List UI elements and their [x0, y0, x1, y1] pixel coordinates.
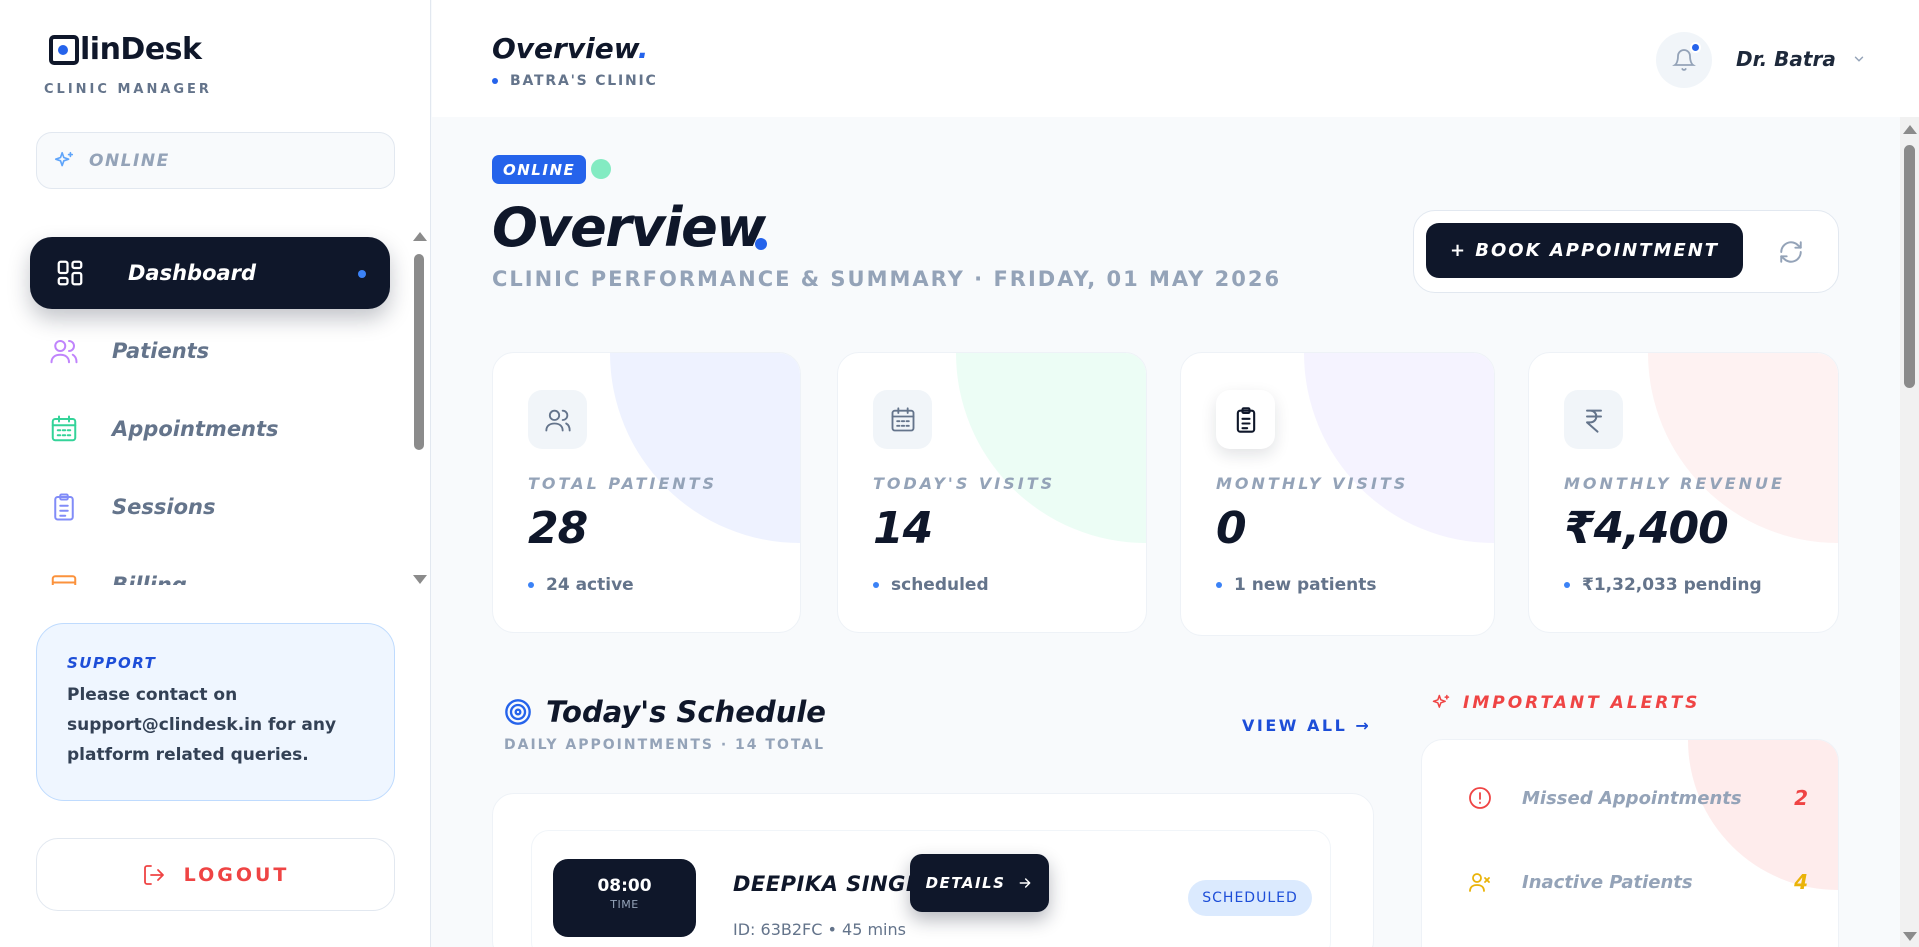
book-appointment-button[interactable]: + BOOK APPOINTMENT	[1426, 223, 1743, 278]
logo-subtitle: CLINIC MANAGER	[44, 82, 212, 97]
sidebar-nav: Dashboard Patients Appointments Sessions	[0, 225, 431, 585]
alert-missed-appointments[interactable]: Missed Appointments 2	[1468, 786, 1808, 810]
stat-card-monthly-visits[interactable]: MONTHLY VISITS 0 1 new patients	[1180, 352, 1495, 636]
arrow-right-icon	[1020, 878, 1031, 888]
support-title: SUPPORT	[67, 654, 157, 672]
sidebar-item-label: Appointments	[112, 417, 279, 441]
top-header: Overview. BATRA'S CLINIC Dr. Batra	[432, 0, 1919, 117]
stat-label: MONTHLY VISITS	[1216, 474, 1409, 493]
support-text: Please contact on support@clindesk.in fo…	[67, 685, 337, 765]
page-subtitle: CLINIC PERFORMANCE & SUMMARY · FRIDAY, 0…	[492, 267, 1282, 291]
appointment-time: 08:00 TIME	[553, 859, 696, 937]
stat-card-todays-visits[interactable]: TODAY'S VISITS 14 scheduled	[837, 352, 1147, 633]
calendar-icon	[873, 390, 932, 449]
target-icon	[505, 699, 531, 725]
view-all-link[interactable]: VIEW ALL →	[1242, 716, 1371, 735]
alert-circle-icon	[1469, 787, 1491, 809]
user-menu[interactable]: Dr. Batra	[1736, 47, 1866, 71]
active-indicator-dot	[358, 270, 366, 278]
clinic-name: BATRA'S CLINIC	[492, 73, 658, 89]
schedule-title: Today's Schedule	[546, 695, 826, 729]
sidebar-item-appointments[interactable]: Appointments	[30, 393, 390, 465]
online-status-pill: ONLINE	[36, 132, 395, 189]
scroll-up-arrow-icon[interactable]	[413, 232, 427, 241]
clipboard-icon	[48, 491, 80, 523]
app-logo[interactable]: linDesk	[49, 32, 202, 67]
clipboard-icon	[1216, 390, 1275, 449]
alerts-header: IMPORTANT ALERTS	[1431, 693, 1700, 713]
users-icon	[48, 335, 80, 367]
logout-button[interactable]: LOGOUT	[36, 838, 395, 911]
stat-label: TOTAL PATIENTS	[528, 474, 718, 493]
stat-value: ₹4,400	[1564, 503, 1729, 554]
alert-count: 2	[1794, 786, 1808, 810]
alert-count: 4	[1794, 870, 1808, 894]
stat-value: 28	[528, 503, 588, 554]
notification-badge	[1690, 42, 1701, 53]
schedule-subtitle: DAILY APPOINTMENTS · 14 TOTAL	[504, 737, 826, 753]
alert-label: Inactive Patients	[1522, 871, 1693, 893]
stat-note: 24 active	[528, 575, 634, 595]
logout-label: LOGOUT	[183, 863, 290, 886]
status-indicator-dot	[591, 159, 611, 179]
sidebar-scrollbar[interactable]	[411, 228, 427, 588]
stat-note: ₹1,32,033 pending	[1564, 575, 1762, 595]
schedule-header: Today's Schedule	[504, 695, 826, 729]
stat-label: TODAY'S VISITS	[873, 474, 1056, 493]
online-status-text: ONLINE	[89, 150, 170, 171]
sidebar: linDesk CLINIC MANAGER ONLINE Dashboard …	[0, 0, 431, 947]
logout-icon	[143, 864, 164, 885]
alert-inactive-patients[interactable]: Inactive Patients 4	[1468, 870, 1808, 894]
stat-card-total-patients[interactable]: TOTAL PATIENTS 28 24 active	[492, 352, 801, 633]
alert-label: Missed Appointments	[1522, 787, 1742, 809]
refresh-button[interactable]	[1774, 235, 1808, 269]
sparkle-icon	[54, 151, 74, 166]
appointment-status-badge: SCHEDULED	[1188, 880, 1312, 916]
scrollbar-thumb[interactable]	[1904, 145, 1915, 388]
logo-text: linDesk	[80, 32, 202, 67]
user-name: Dr. Batra	[1736, 47, 1836, 71]
stat-value: 0	[1216, 503, 1247, 554]
patient-name[interactable]: DEEPIKA SINGH	[733, 872, 924, 896]
stat-card-monthly-revenue[interactable]: MONTHLY REVENUE ₹4,400 ₹1,32,033 pending	[1528, 352, 1839, 633]
details-button[interactable]: DETAILS	[910, 854, 1049, 912]
chevron-down-icon	[1854, 56, 1864, 62]
users-icon	[528, 390, 587, 449]
sidebar-item-billing[interactable]: Billing	[30, 549, 390, 585]
user-x-icon	[1469, 873, 1490, 892]
refresh-icon	[1780, 241, 1802, 263]
support-card: SUPPORT Please contact on support@clinde…	[36, 623, 395, 801]
sidebar-item-label: Patients	[112, 339, 210, 363]
sparkle-icon	[1432, 694, 1450, 708]
sidebar-item-label: Billing	[112, 573, 187, 585]
sidebar-item-sessions[interactable]: Sessions	[30, 471, 390, 543]
rupee-icon	[1564, 390, 1623, 449]
notifications-button[interactable]	[1656, 32, 1712, 88]
alerts-title: IMPORTANT ALERTS	[1463, 693, 1701, 713]
action-bar: + BOOK APPOINTMENT	[1413, 210, 1839, 293]
page-title: Overview	[492, 196, 766, 259]
logo-mark	[49, 34, 79, 65]
sidebar-item-label: Sessions	[112, 495, 216, 519]
sidebar-item-label: Dashboard	[128, 261, 257, 285]
title-accent-dot	[755, 238, 767, 250]
stat-value: 14	[873, 503, 933, 554]
sidebar-item-patients[interactable]: Patients	[30, 315, 390, 387]
stat-note: 1 new patients	[1216, 575, 1376, 595]
scroll-up-arrow-icon[interactable]	[1903, 125, 1917, 134]
dashboard-icon	[54, 257, 86, 289]
scrollbar-thumb[interactable]	[414, 254, 424, 450]
alerts-card: Missed Appointments 2 Inactive Patients …	[1421, 739, 1839, 947]
stat-note: scheduled	[873, 575, 989, 595]
scroll-down-arrow-icon[interactable]	[413, 575, 427, 584]
sidebar-item-dashboard[interactable]: Dashboard	[30, 237, 390, 309]
appointment-meta: ID: 63B2FC • 45 mins	[733, 920, 906, 939]
status-badge: ONLINE	[492, 155, 587, 184]
calendar-icon	[48, 413, 80, 445]
header-title: Overview.	[492, 32, 649, 65]
stat-label: MONTHLY REVENUE	[1564, 474, 1785, 493]
billing-icon	[48, 569, 80, 585]
main-scrollbar[interactable]	[1900, 117, 1919, 947]
scroll-down-arrow-icon[interactable]	[1903, 932, 1917, 941]
